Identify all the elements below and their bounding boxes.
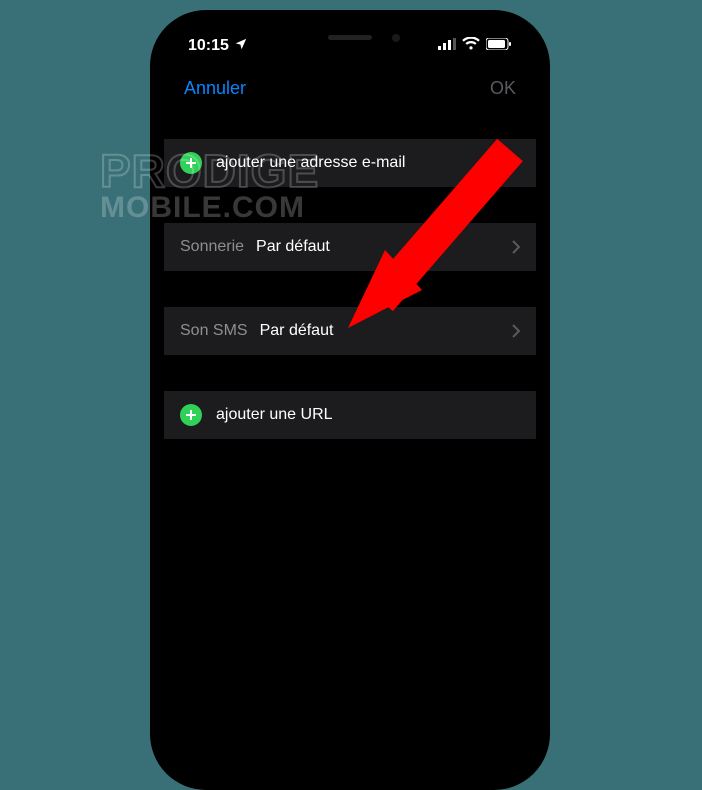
plus-icon [180,152,202,174]
front-camera [392,34,400,42]
status-time: 10:15 [188,37,229,55]
ringtone-value: Par défaut [256,238,512,256]
text-tone-row[interactable]: Son SMS Par défaut [164,307,536,355]
cancel-button[interactable]: Annuler [184,78,246,99]
wifi-icon [462,37,480,55]
speaker-grille [328,35,372,40]
status-left: 10:15 [188,37,248,56]
status-right [438,37,512,55]
group-separator [164,355,536,391]
ringtone-label: Sonnerie [180,238,244,256]
chevron-right-icon [512,324,520,338]
battery-icon [486,37,512,55]
group-separator [164,271,536,307]
plus-icon [180,404,202,426]
ok-button[interactable]: OK [490,78,516,99]
settings-list: ajouter une adresse e-mail Sonnerie Par … [164,113,536,439]
add-url-row[interactable]: ajouter une URL [164,391,536,439]
add-email-label: ajouter une adresse e-mail [216,154,405,172]
nav-bar: Annuler OK [164,68,536,113]
ringtone-row[interactable]: Sonnerie Par défaut [164,223,536,271]
text-tone-value: Par défaut [260,322,512,340]
notch [260,24,440,52]
cellular-icon [438,37,456,55]
add-url-label: ajouter une URL [216,406,333,424]
screen: 10:15 Annuler OK [164,24,536,776]
location-icon [234,37,248,56]
group-separator [164,187,536,223]
add-email-row[interactable]: ajouter une adresse e-mail [164,139,536,187]
phone-frame: 10:15 Annuler OK [150,10,550,790]
chevron-right-icon [512,240,520,254]
text-tone-label: Son SMS [180,322,248,340]
